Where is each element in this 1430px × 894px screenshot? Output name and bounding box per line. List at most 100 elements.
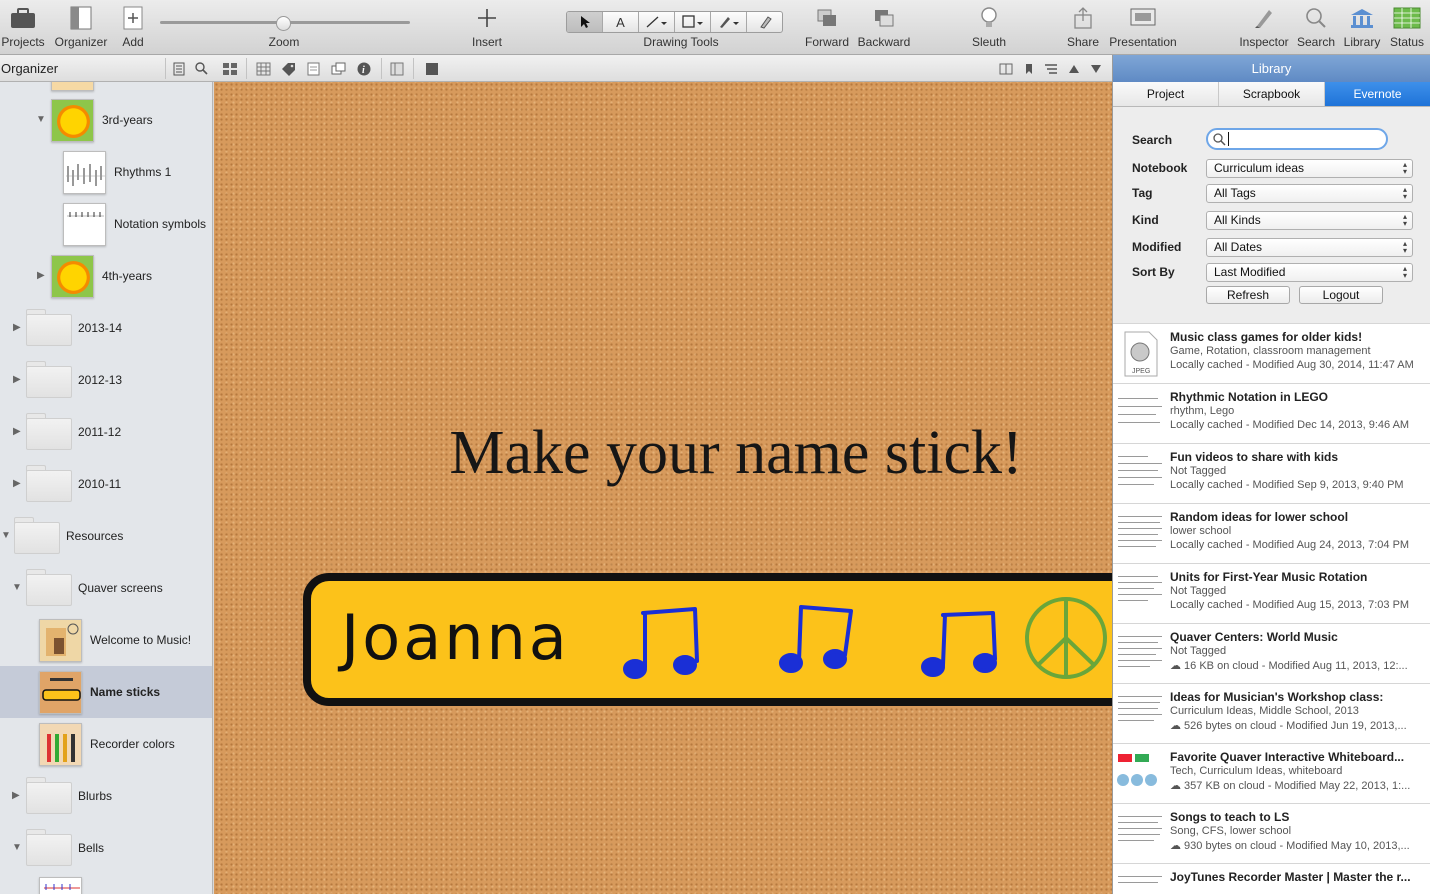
arrow-tool-icon[interactable] — [567, 12, 603, 32]
note-item[interactable]: Quaver Centers: World Music Not Tagged ☁… — [1113, 623, 1430, 683]
disclosure-closed-icon[interactable]: ▶ — [13, 374, 21, 385]
pen-tool-icon[interactable] — [711, 12, 747, 32]
presentation-button[interactable]: Presentation — [1108, 0, 1178, 55]
note-item[interactable]: Fun videos to share with kids Not Tagged… — [1113, 443, 1430, 503]
note-tags: Curriculum Ideas, Middle School, 2013 — [1170, 705, 1359, 717]
disclosure-closed-icon[interactable]: ▶ — [13, 322, 21, 333]
organizer-search-icon[interactable] — [193, 60, 210, 77]
view-grid-icon[interactable] — [221, 60, 238, 77]
disclosure-open-icon[interactable]: ▼ — [36, 114, 46, 125]
dark-panel-icon[interactable] — [423, 60, 440, 77]
disclosure-closed-icon[interactable]: ▶ — [13, 478, 21, 489]
organizer-item-recorder-colors[interactable]: Recorder colors — [0, 718, 212, 770]
organizer-item-name-sticks[interactable]: Name sticks — [0, 666, 212, 718]
organizer-item-bells[interactable]: ▼ Bells — [0, 822, 212, 874]
organizer-item-2010-11[interactable]: ▶ 2010-11 — [0, 458, 212, 510]
modified-select[interactable]: All Dates ▴ ▾ — [1206, 238, 1413, 257]
sleuth-button[interactable]: Sleuth — [969, 0, 1009, 55]
tab-scrapbook[interactable]: Scrapbook — [1219, 82, 1325, 106]
organizer-item-2011-12[interactable]: ▶ 2011-12 — [0, 406, 212, 458]
note-item[interactable]: JPEG Music class games for older kids! G… — [1113, 323, 1430, 383]
eraser-tool-icon[interactable] — [747, 12, 782, 32]
columns-icon[interactable] — [388, 60, 405, 77]
organizer-item-welcome-to-music[interactable]: Welcome to Music! — [0, 614, 212, 666]
partial-thumbnail[interactable] — [51, 82, 94, 91]
tab-evernote[interactable]: Evernote — [1325, 82, 1430, 106]
organizer-item-resources[interactable]: ▼ Resources — [0, 510, 212, 562]
share-icon — [1073, 0, 1093, 36]
name-stick-card[interactable]: Joanna — [303, 573, 1112, 706]
notebook-row: Notebook Curriculum ideas ▴ ▾ — [1113, 157, 1430, 179]
notebook-select[interactable]: Curriculum ideas ▴ ▾ — [1206, 159, 1413, 178]
library-search-input[interactable] — [1206, 128, 1388, 150]
status-button[interactable]: Status — [1389, 0, 1425, 55]
note-item[interactable]: Random ideas for lower school lower scho… — [1113, 503, 1430, 563]
stepper-arrows-icon: ▴ ▾ — [1402, 160, 1407, 176]
table-icon[interactable] — [255, 60, 272, 77]
notes-icon[interactable] — [305, 60, 322, 77]
note-title: Ideas for Musician's Workshop class: — [1170, 690, 1384, 704]
note-title: Favorite Quaver Interactive Whiteboard..… — [1170, 750, 1405, 764]
next-arrow-icon[interactable] — [1087, 60, 1104, 77]
projects-button[interactable]: Projects — [1, 0, 45, 55]
partial-bells-thumbnail[interactable] — [39, 877, 82, 894]
previous-arrow-icon[interactable] — [1065, 60, 1082, 77]
organizer-item-quaver-screens[interactable]: ▼ Quaver screens — [0, 562, 212, 614]
shape-tool-icon[interactable] — [675, 12, 711, 32]
text-tool-icon[interactable]: A — [603, 12, 639, 32]
organizer-item-2013-14[interactable]: ▶ 2013-14 — [0, 302, 212, 354]
info-icon[interactable]: i — [355, 60, 372, 77]
sortby-select[interactable]: Last Modified ▴ ▾ — [1206, 263, 1413, 282]
note-item[interactable]: Ideas for Musician's Workshop class: Cur… — [1113, 683, 1430, 743]
search-button[interactable]: Search — [1296, 0, 1336, 55]
notebook-value: Curriculum ideas — [1214, 161, 1305, 175]
organizer-item-3rd-years[interactable]: ▼ 3rd-years — [0, 94, 212, 146]
note-item[interactable]: Rhythmic Notation in LEGO rhythm, Lego L… — [1113, 383, 1430, 443]
disclosure-closed-icon[interactable]: ▶ — [13, 426, 21, 437]
backward-button[interactable]: Backward — [857, 0, 911, 55]
insert-button[interactable]: Insert — [466, 0, 508, 55]
organizer-item-2012-13[interactable]: ▶ 2012-13 — [0, 354, 212, 406]
tag-icon[interactable] — [280, 60, 297, 77]
note-item[interactable]: Songs to teach to LS Song, CFS, lower sc… — [1113, 803, 1430, 863]
zoom-slider-knob[interactable] — [276, 16, 291, 31]
organizer-options-icon[interactable] — [170, 60, 187, 77]
outline-icon[interactable] — [1042, 60, 1059, 77]
note-item[interactable]: Favorite Quaver Interactive Whiteboard..… — [1113, 743, 1430, 803]
send-backward-icon — [873, 0, 895, 36]
add-page-icon — [123, 0, 143, 36]
line-tool-icon[interactable] — [639, 12, 675, 32]
organizer-item-notation-symbols[interactable]: Notation symbols — [0, 198, 212, 250]
disclosure-open-icon[interactable]: ▼ — [12, 842, 22, 853]
library-button[interactable]: Library — [1341, 0, 1383, 55]
add-button[interactable]: Add — [118, 0, 148, 55]
forward-button[interactable]: Forward — [805, 0, 849, 55]
organizer-item-blurbs[interactable]: ▶ Blurbs — [0, 770, 212, 822]
separator — [381, 58, 382, 79]
kind-select[interactable]: All Kinds ▴ ▾ — [1206, 211, 1413, 230]
organizer-button[interactable]: Organizer — [53, 0, 109, 55]
logout-button[interactable]: Logout — [1299, 286, 1383, 304]
disclosure-open-icon[interactable]: ▼ — [12, 582, 22, 593]
tab-project[interactable]: Project — [1113, 82, 1219, 106]
inspector-button[interactable]: Inspector — [1238, 0, 1290, 55]
disclosure-open-icon[interactable]: ▼ — [1, 530, 11, 541]
corkboard-canvas[interactable]: Make your name stick! Joanna — [214, 82, 1112, 894]
split-view-icon[interactable] — [997, 60, 1014, 77]
note-item[interactable]: Units for First-Year Music Rotation Not … — [1113, 563, 1430, 623]
music-notes-drawing — [623, 605, 997, 679]
tag-select[interactable]: All Tags ▴ ▾ — [1206, 184, 1413, 203]
refresh-button[interactable]: Refresh — [1206, 286, 1290, 304]
note-item[interactable]: JoyTunes Recorder Master | Master the r.… — [1113, 863, 1430, 894]
share-button[interactable]: Share — [1064, 0, 1102, 55]
organizer-item-4th-years[interactable]: ▶ 4th-years — [0, 250, 212, 302]
bookmark-icon[interactable] — [1020, 60, 1037, 77]
link-icon[interactable] — [330, 60, 347, 77]
disclosure-closed-icon[interactable]: ▶ — [12, 790, 20, 801]
canvas-title[interactable]: Make your name stick! — [214, 418, 1112, 489]
note-meta: ☁ 526 bytes on cloud - Modified Jun 19, … — [1170, 720, 1407, 732]
note-tags: rhythm, Lego — [1170, 405, 1235, 417]
note-tags: Not Tagged — [1170, 585, 1227, 597]
organizer-item-rhythms-1[interactable]: Rhythms 1 — [0, 146, 212, 198]
disclosure-closed-icon[interactable]: ▶ — [37, 270, 45, 281]
